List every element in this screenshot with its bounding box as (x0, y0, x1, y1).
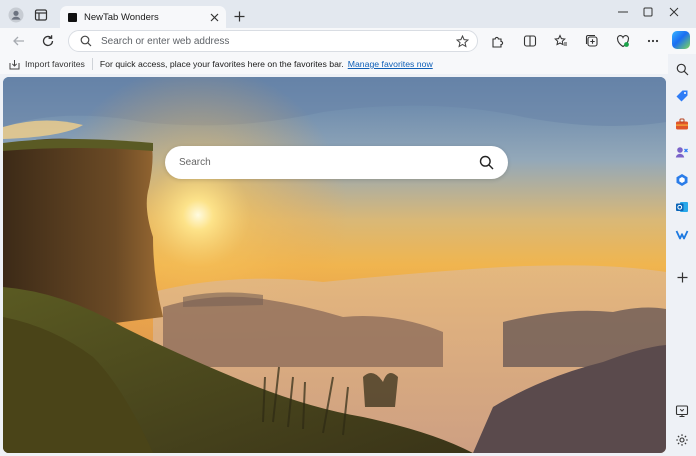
extensions-icon[interactable] (488, 32, 506, 50)
newtab-search-box[interactable] (165, 146, 508, 179)
tab-actions-icon[interactable] (32, 6, 50, 24)
more-menu-icon[interactable] (644, 32, 662, 50)
split-screen-icon[interactable] (673, 402, 691, 420)
outlook-icon[interactable] (673, 198, 691, 216)
favorites-bar: Import favorites For quick access, place… (0, 54, 668, 74)
import-favorites-button[interactable]: Import favorites (8, 58, 85, 70)
back-icon[interactable] (10, 32, 28, 50)
search-icon[interactable] (474, 151, 498, 175)
address-bar[interactable] (68, 30, 478, 52)
tab-title: NewTab Wonders (84, 11, 159, 23)
manage-favorites-link[interactable]: Manage favorites now (348, 59, 433, 69)
favorites-message: For quick access, place your favorites h… (99, 59, 344, 69)
favorites-divider (91, 58, 93, 70)
tab-strip: NewTab Wonders (0, 0, 696, 28)
toolbar (0, 28, 696, 54)
refresh-icon[interactable] (39, 32, 57, 50)
search-icon[interactable] (673, 60, 691, 78)
tools-icon[interactable] (673, 115, 691, 133)
tab-favicon (68, 12, 77, 22)
sidebar (668, 54, 696, 456)
settings-icon[interactable] (673, 431, 691, 449)
import-icon (8, 58, 20, 70)
address-input[interactable] (95, 35, 453, 47)
browser-essentials-icon[interactable] (614, 32, 632, 50)
import-favorites-label: Import favorites (25, 59, 85, 69)
split-screen-icon[interactable] (521, 32, 539, 50)
new-tab-button[interactable] (230, 7, 248, 25)
add-icon[interactable] (673, 268, 691, 286)
profile-icon[interactable] (7, 6, 25, 24)
tag-icon[interactable] (673, 87, 691, 105)
close-icon[interactable] (207, 10, 221, 24)
microsoft365-icon[interactable] (673, 171, 691, 189)
tab-newtab-wonders[interactable]: NewTab Wonders (60, 6, 226, 28)
background-image (3, 77, 666, 453)
favorite-star-icon[interactable] (453, 32, 471, 50)
newtab-search-input[interactable] (165, 157, 474, 168)
newtab-page (3, 77, 666, 453)
close-window-button[interactable] (664, 4, 684, 20)
favorites-icon[interactable] (552, 32, 570, 50)
minimize-button[interactable] (613, 4, 633, 20)
drop-icon[interactable] (673, 225, 691, 243)
collections-icon[interactable] (583, 32, 601, 50)
maximize-button[interactable] (638, 4, 658, 20)
games-icon[interactable] (673, 143, 691, 161)
search-icon (77, 32, 95, 50)
copilot-icon[interactable] (672, 31, 690, 49)
